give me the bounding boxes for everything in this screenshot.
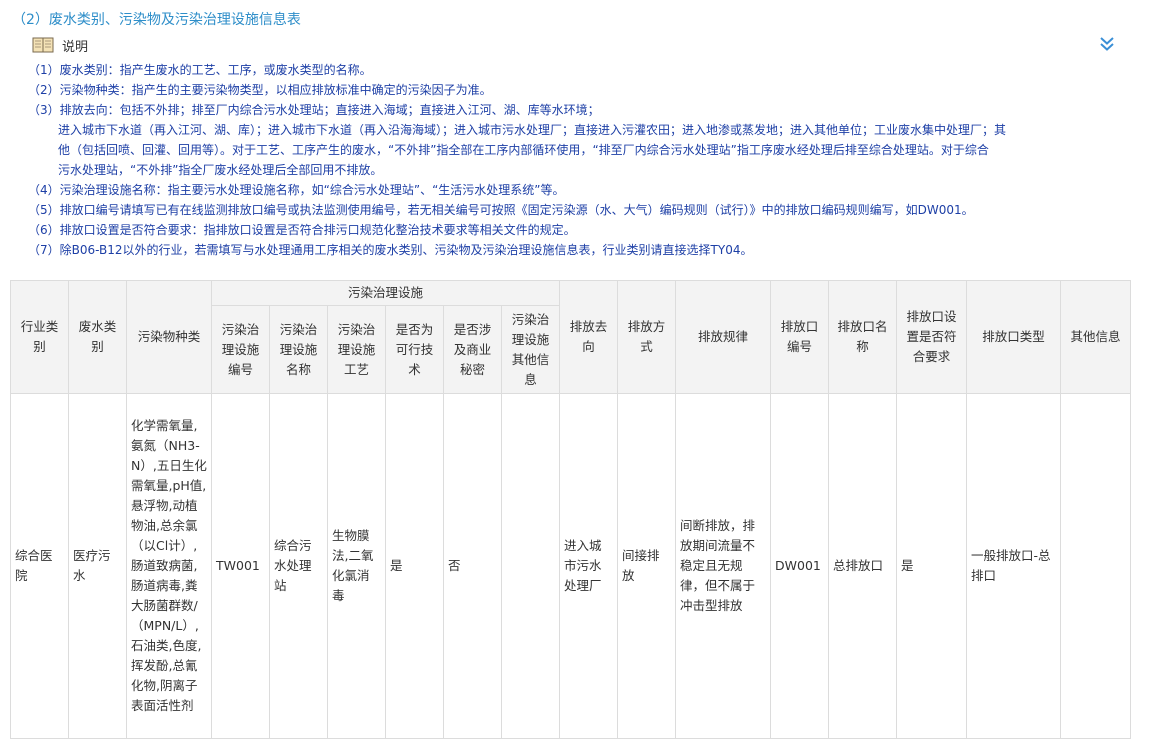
notes-label: 说明 xyxy=(62,39,89,55)
header-wastewater-type: 废水类别 xyxy=(68,280,127,394)
cell-destination: 进入城市污水处理厂 xyxy=(559,393,618,739)
notes-list: （1）废水类别：指产生废水的工艺、工序，或废水类型的名称。 （2）污染物种类：指… xyxy=(28,60,1138,260)
cell-outlet-compliant: 是 xyxy=(896,393,967,739)
header-method: 排放方式 xyxy=(617,280,676,394)
header-group-facility: 污染治理设施 xyxy=(211,280,560,306)
cell-outlet-type: 一般排放口-总排口 xyxy=(966,393,1061,739)
cell-wastewater-type: 医疗污水 xyxy=(68,393,127,739)
header-pollutants: 污染物种类 xyxy=(126,280,212,394)
header-feasible: 是否为可行技术 xyxy=(385,305,444,394)
cell-facility-name: 综合污水处理站 xyxy=(269,393,328,739)
cell-outlet-id: DW001 xyxy=(770,393,829,739)
header-facility-process: 污染治理设施工艺 xyxy=(327,305,386,394)
cell-facility-id: TW001 xyxy=(211,393,270,739)
header-outlet-compliant: 排放口设置是否符合要求 xyxy=(896,280,967,394)
header-facility-id: 污染治理设施编号 xyxy=(211,305,270,394)
cell-facility-process: 生物膜法,二氧化氯消毒 xyxy=(327,393,386,739)
note-continuation: 污水处理站，“不外排”指全厂废水经处理后全部回用不排放。 xyxy=(58,163,383,177)
cell-pattern: 间断排放，排放期间流量不稳定且无规律，但不属于冲击型排放 xyxy=(675,393,771,739)
cell-pollutants: 化学需氧量,氨氮（NH3-N）,五日生化需氧量,pH值,悬浮物,动植物油,总余氯… xyxy=(126,393,212,739)
header-facility-other: 污染治理设施其他信息 xyxy=(501,305,560,394)
header-other-info: 其他信息 xyxy=(1060,280,1131,394)
note-item: （3）排放去向：包括不外排；排至厂内综合污水处理站；直接进入海域；直接进入江河、… xyxy=(28,103,600,117)
header-pattern: 排放规律 xyxy=(675,280,771,394)
header-destination: 排放去向 xyxy=(559,280,618,394)
note-item: （6）排放口设置是否符合要求：指排放口设置是否符合排污口规范化整治技术要求等相关… xyxy=(28,223,576,237)
wastewater-info-table: 行业类别 废水类别 污染物种类 污染治理设施 排放去向 排放方式 排放规律 排放… xyxy=(10,280,1131,739)
note-continuation: 进入城市下水道（再入江河、湖、库）；进入城市下水道（再入沿海海域）；进入城市污水… xyxy=(58,123,1007,137)
header-secret: 是否涉及商业秘密 xyxy=(443,305,502,394)
header-outlet-type: 排放口类型 xyxy=(966,280,1061,394)
cell-outlet-name: 总排放口 xyxy=(828,393,897,739)
note-item: （2）污染物种类：指产生的主要污染物类型，以相应排放标准中确定的污染因子为准。 xyxy=(28,83,492,97)
cell-industry: 综合医院 xyxy=(10,393,69,739)
table-row: 综合医院 医疗污水 化学需氧量,氨氮（NH3-N）,五日生化需氧量,pH值,悬浮… xyxy=(10,393,1131,739)
collapse-chevron-icon[interactable] xyxy=(1097,34,1117,54)
cell-secret: 否 xyxy=(443,393,502,739)
note-item: （1）废水类别：指产生废水的工艺、工序，或废水类型的名称。 xyxy=(28,63,372,77)
cell-facility-other xyxy=(501,393,560,739)
notes-header: 说明 xyxy=(32,35,88,55)
book-icon xyxy=(32,37,54,53)
cell-feasible: 是 xyxy=(385,393,444,739)
cell-method: 间接排放 xyxy=(617,393,676,739)
note-continuation: 他（包括回喷、回灌、回用等）。对于工艺、工序产生的废水，“不外排”指全部在工序内… xyxy=(58,143,989,157)
note-item: （7）除B06-B12以外的行业，若需填写与水处理通用工序相关的废水类别、污染物… xyxy=(28,243,753,257)
header-facility-name: 污染治理设施名称 xyxy=(269,305,328,394)
note-item: （5）排放口编号请填写已有在线监测排放口编号或执法监测使用编号，若无相关编号可按… xyxy=(28,203,974,217)
header-outlet-id: 排放口编号 xyxy=(770,280,829,394)
header-outlet-name: 排放口名称 xyxy=(828,280,897,394)
cell-other-info xyxy=(1060,393,1131,739)
section-title: （2）废水类别、污染物及污染治理设施信息表 xyxy=(12,12,301,28)
note-item: （4）污染治理设施名称：指主要污水处理设施名称，如“综合污水处理站”、“生活污水… xyxy=(28,183,565,197)
header-industry: 行业类别 xyxy=(10,280,69,394)
